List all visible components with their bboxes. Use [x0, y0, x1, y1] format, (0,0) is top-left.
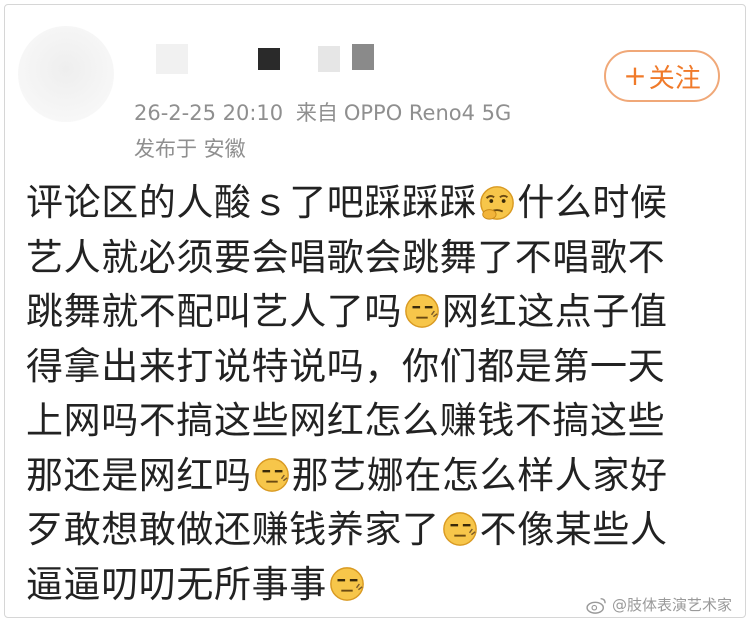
watermark-text: @肢体表演艺术家 [612, 596, 733, 614]
watermark: @肢体表演艺术家 [586, 594, 732, 615]
smirk-emoji-icon [329, 566, 364, 601]
smirk-emoji-icon [405, 294, 439, 328]
weibo-logo-icon [586, 597, 606, 614]
post-location: 发布于 安徽 [134, 137, 246, 161]
text-line: 歹敢想敢做还赚钱养家了 不像某些人 [26, 508, 668, 551]
follow-button[interactable]: + 关注 [604, 50, 720, 102]
thinking-eyeroll-emoji-icon [480, 186, 515, 220]
smirk-emoji-icon [254, 457, 289, 492]
plus-icon: + [623, 59, 647, 92]
avatar[interactable] [18, 26, 114, 122]
text-line: 评论区的人酸ｓ了吧踩踩踩 什么时候 [26, 181, 668, 224]
source-prefix: 来自 [295, 101, 338, 125]
smirk-emoji-icon [442, 512, 477, 546]
text-line: 上网吗不搞这些网红怎么赚钱不搞这些 [26, 399, 666, 442]
post-body: 评论区的人酸ｓ了吧踩踩踩 什么时候 艺人就必须要会唱歌会跳舞了不唱歌不 跳舞就不配… [26, 176, 732, 612]
text-line: 得拿出来打说特说吗，你们都是第一天 [26, 344, 666, 388]
text-line: 艺人就必须要会唱歌会跳舞了不唱歌不 [26, 235, 666, 279]
follow-label: 关注 [648, 63, 701, 94]
text-line: 跳舞就不配叫艺人了吗 网红这点子值 [26, 290, 668, 333]
post-timestamp: 26-2-25 20:10 [134, 101, 284, 125]
text-line: 那还是网红吗 那艺娜在怎么样人家好 [26, 453, 668, 497]
device-name[interactable]: OPPO Reno4 5G [344, 101, 511, 125]
post-meta: 26-2-25 20:10 来自 OPPO Reno4 5G [134, 97, 517, 127]
